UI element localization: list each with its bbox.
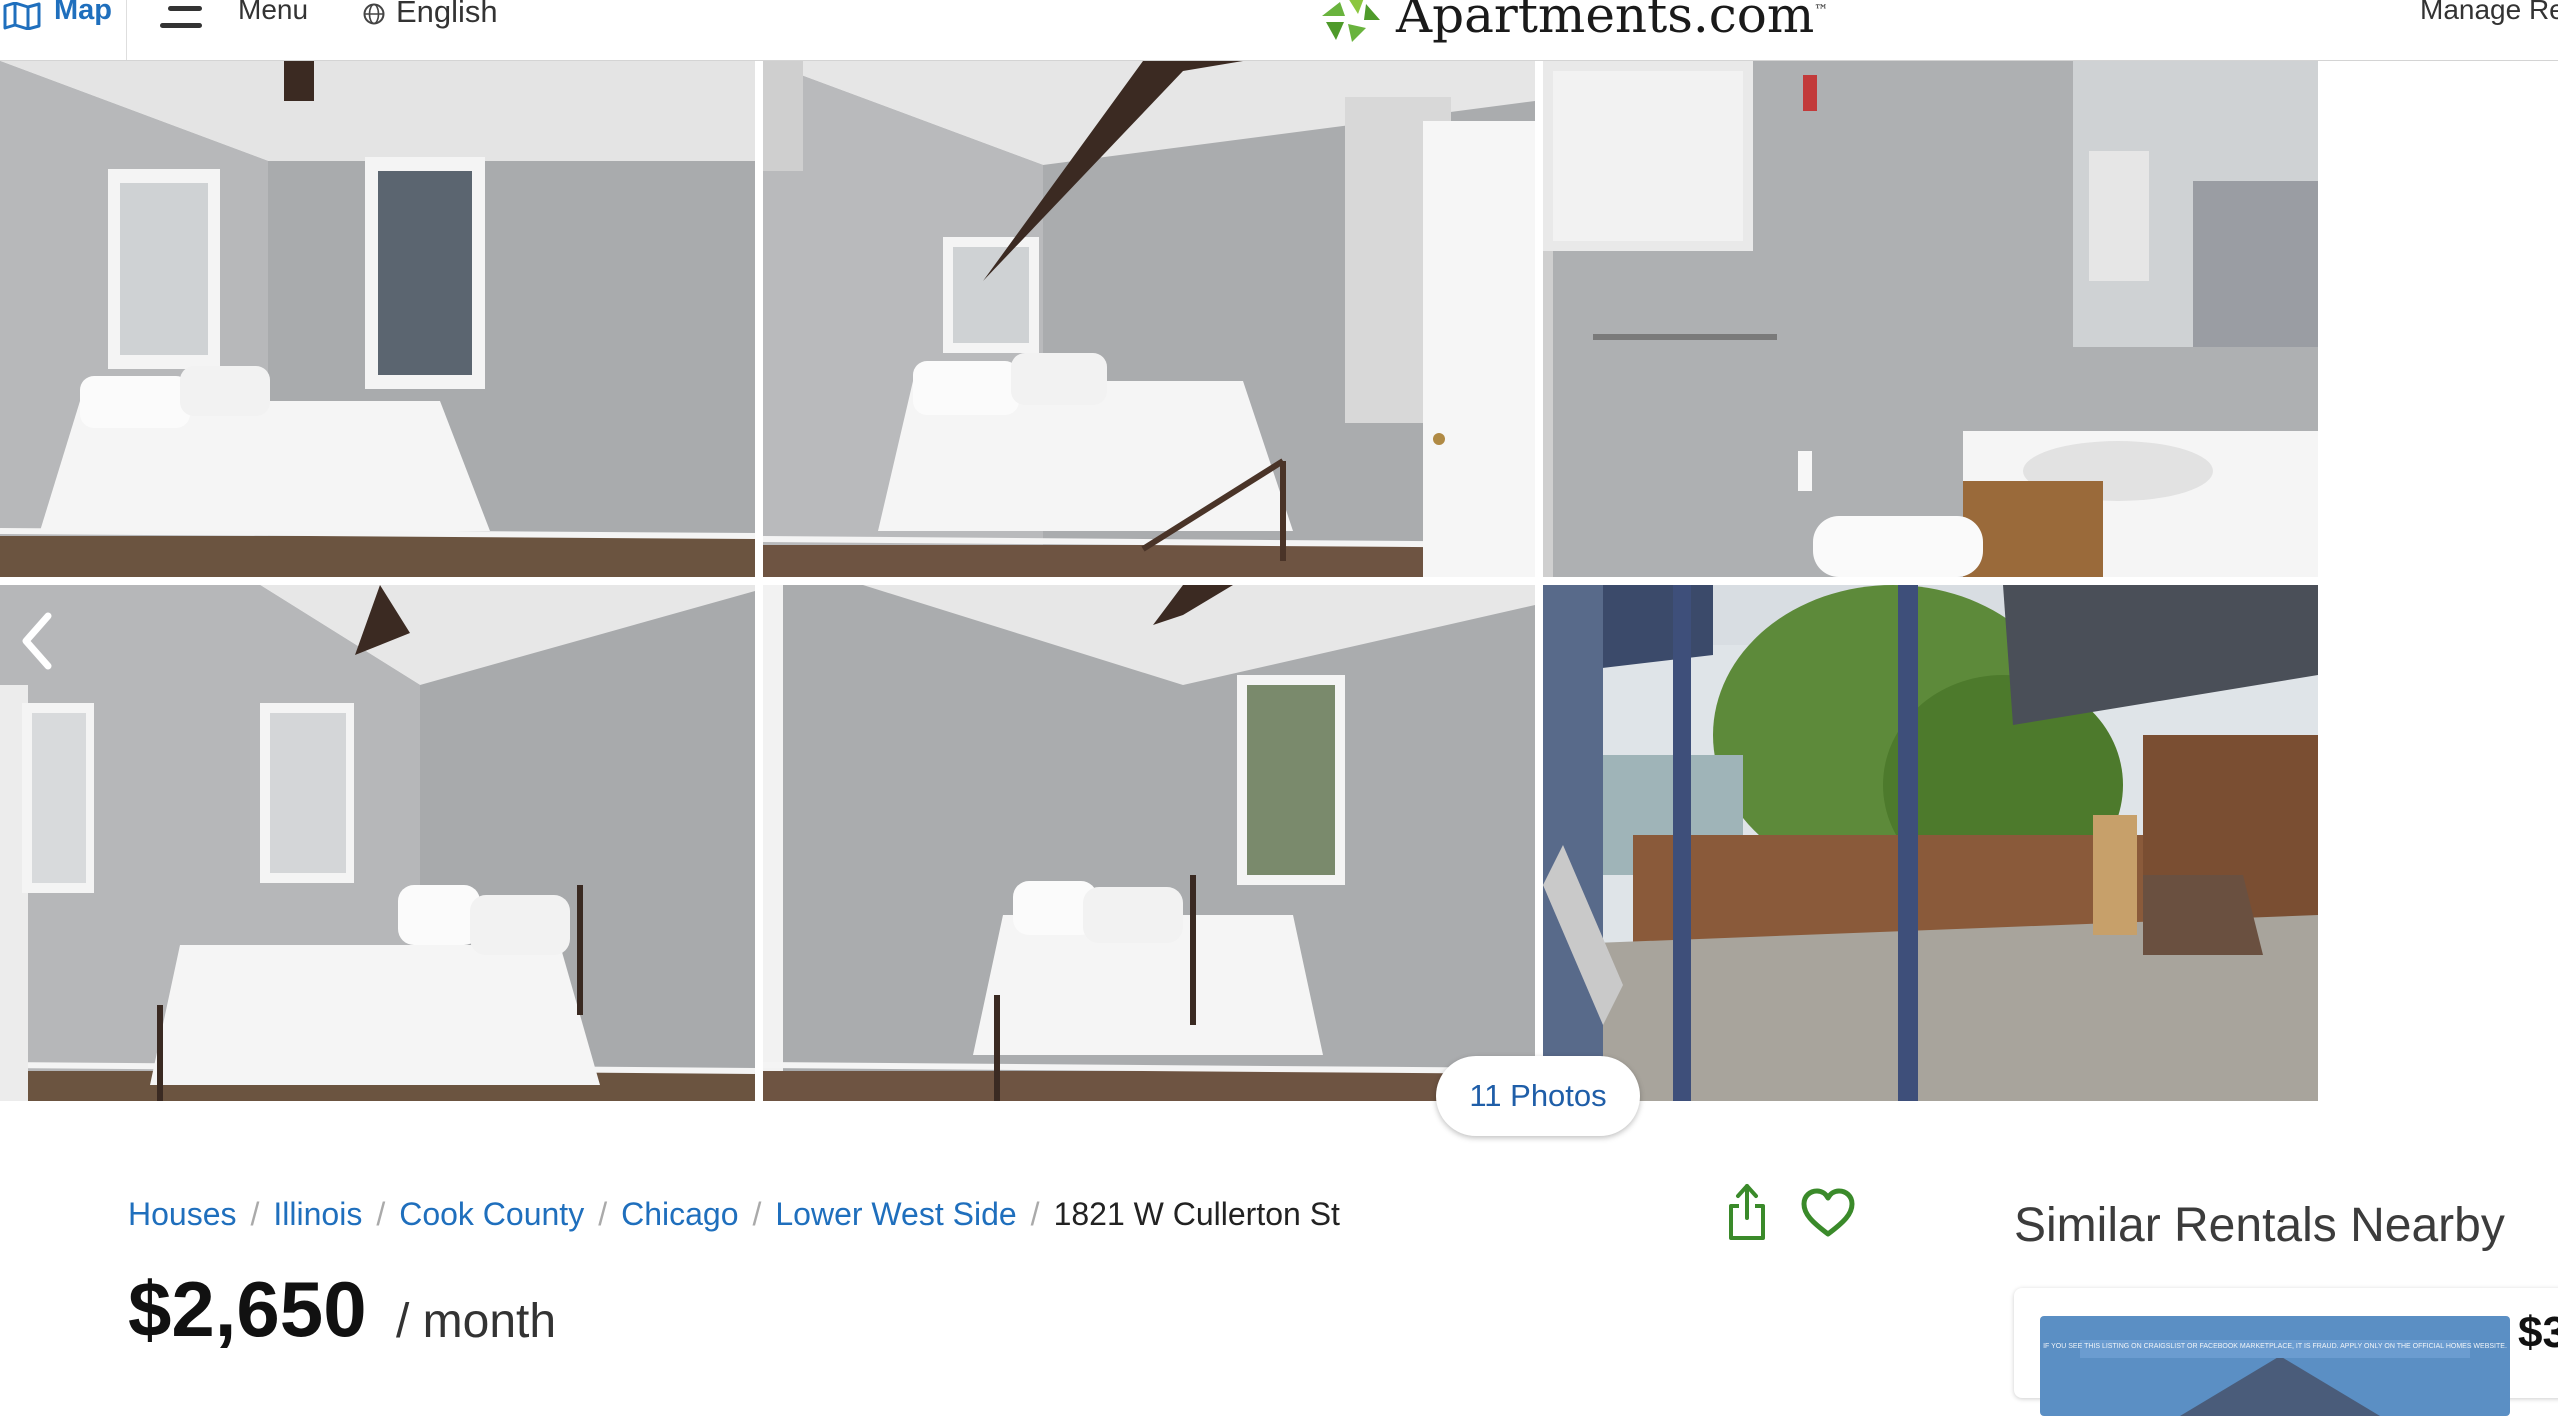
similar-rental-price: $3 bbox=[2518, 1308, 2558, 1357]
photo-count-button[interactable]: 11 Photos bbox=[1436, 1056, 1640, 1136]
similar-rental-thumbnail[interactable]: IF YOU SEE THIS LISTING ON CRAIGSLIST OR… bbox=[2040, 1316, 2510, 1416]
breadcrumb-separator: / bbox=[752, 1196, 762, 1232]
similar-rentals-heading: Similar Rentals Nearby bbox=[2014, 1199, 2505, 1252]
logo-text: Apartments.com™ bbox=[1396, 0, 1829, 44]
gallery-photo[interactable] bbox=[1543, 585, 2318, 1101]
map-label: Map bbox=[54, 0, 112, 26]
map-icon bbox=[3, 2, 41, 30]
language-label: English bbox=[396, 0, 498, 29]
breadcrumb-separator: / bbox=[1030, 1196, 1040, 1232]
breadcrumb-link[interactable]: Illinois bbox=[273, 1196, 362, 1232]
chevron-left-icon[interactable] bbox=[18, 606, 58, 676]
menu-icon bbox=[160, 6, 202, 40]
listing-price: $2,650 bbox=[128, 1265, 367, 1353]
similar-rental-fraud-notice: IF YOU SEE THIS LISTING ON CRAIGSLIST OR… bbox=[2043, 1343, 2507, 1350]
breadcrumb-link[interactable]: Houses bbox=[128, 1196, 237, 1232]
breadcrumb-current: 1821 W Cullerton St bbox=[1053, 1196, 1340, 1232]
gallery-photo[interactable] bbox=[0, 61, 755, 577]
share-icon[interactable] bbox=[1726, 1182, 1768, 1242]
menu-label: Menu bbox=[238, 0, 309, 25]
gallery-photo[interactable] bbox=[763, 61, 1535, 577]
globe-icon bbox=[363, 3, 385, 25]
gallery-photo[interactable] bbox=[763, 585, 1535, 1101]
heart-icon[interactable] bbox=[1800, 1188, 1856, 1238]
map-button[interactable]: Map bbox=[0, 0, 127, 60]
site-header: Map Menu English Apartments.com™ Manage … bbox=[0, 0, 2558, 61]
menu-button[interactable]: Menu bbox=[160, 0, 350, 60]
photo-gallery: 11 Photos bbox=[0, 61, 2318, 1136]
manage-rentals-link[interactable]: Manage Re bbox=[2420, 0, 2558, 26]
breadcrumb-link[interactable]: Cook County bbox=[399, 1196, 584, 1232]
breadcrumb-link[interactable]: Chicago bbox=[621, 1196, 738, 1232]
apartments-logo[interactable]: Apartments.com™ bbox=[1318, 0, 1828, 56]
price-period: / month bbox=[396, 1295, 557, 1348]
breadcrumb-separator: / bbox=[250, 1196, 260, 1232]
breadcrumb-separator: / bbox=[376, 1196, 386, 1232]
language-selector[interactable]: English bbox=[360, 0, 530, 60]
breadcrumb: Houses / Illinois / Cook County / Chicago / Lowe… bbox=[128, 1196, 1340, 1233]
similar-rental-card[interactable]: IF YOU SEE THIS LISTING ON CRAIGSLIST OR… bbox=[2014, 1288, 2558, 1416]
breadcrumb-separator: / bbox=[598, 1196, 608, 1232]
gallery-photo[interactable] bbox=[0, 585, 755, 1101]
apartments-logo-icon bbox=[1322, 0, 1380, 42]
gallery-photo[interactable] bbox=[1543, 61, 2318, 577]
breadcrumb-link[interactable]: Lower West Side bbox=[775, 1196, 1016, 1232]
